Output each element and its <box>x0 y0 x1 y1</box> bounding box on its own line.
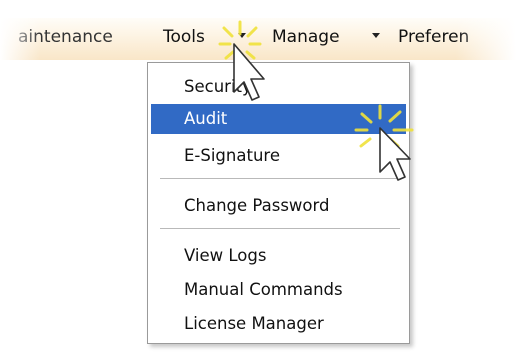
menu-item-manual-commands[interactable]: Manual Commands <box>151 275 406 305</box>
menu-tools[interactable]: Tools <box>163 27 205 47</box>
menu-separator <box>160 178 400 180</box>
menu-item-security[interactable]: Security <box>151 72 406 102</box>
menu-item-view-logs[interactable]: View Logs <box>151 241 406 271</box>
menu-manage[interactable]: Manage <box>272 27 340 47</box>
menu-item-audit[interactable]: Audit <box>151 104 406 134</box>
menu-bar: aintenance Tools Manage Preferen <box>0 18 516 60</box>
menu-maintenance[interactable]: aintenance <box>18 27 113 47</box>
menu-item-change-password[interactable]: Change Password <box>151 191 406 221</box>
menu-item-e-signature[interactable]: E-Signature <box>151 141 406 171</box>
menu-item-license-manager[interactable]: License Manager <box>151 309 406 339</box>
menu-preferences[interactable]: Preferen <box>398 27 469 47</box>
screen: aintenance Tools Manage Preferen Securit… <box>0 0 516 352</box>
dropdown-arrow-icon[interactable] <box>238 33 246 38</box>
tools-dropdown-menu: Security Audit E-Signature Change Passwo… <box>147 62 410 344</box>
dropdown-arrow-icon[interactable] <box>372 33 380 38</box>
menu-separator <box>160 228 400 230</box>
